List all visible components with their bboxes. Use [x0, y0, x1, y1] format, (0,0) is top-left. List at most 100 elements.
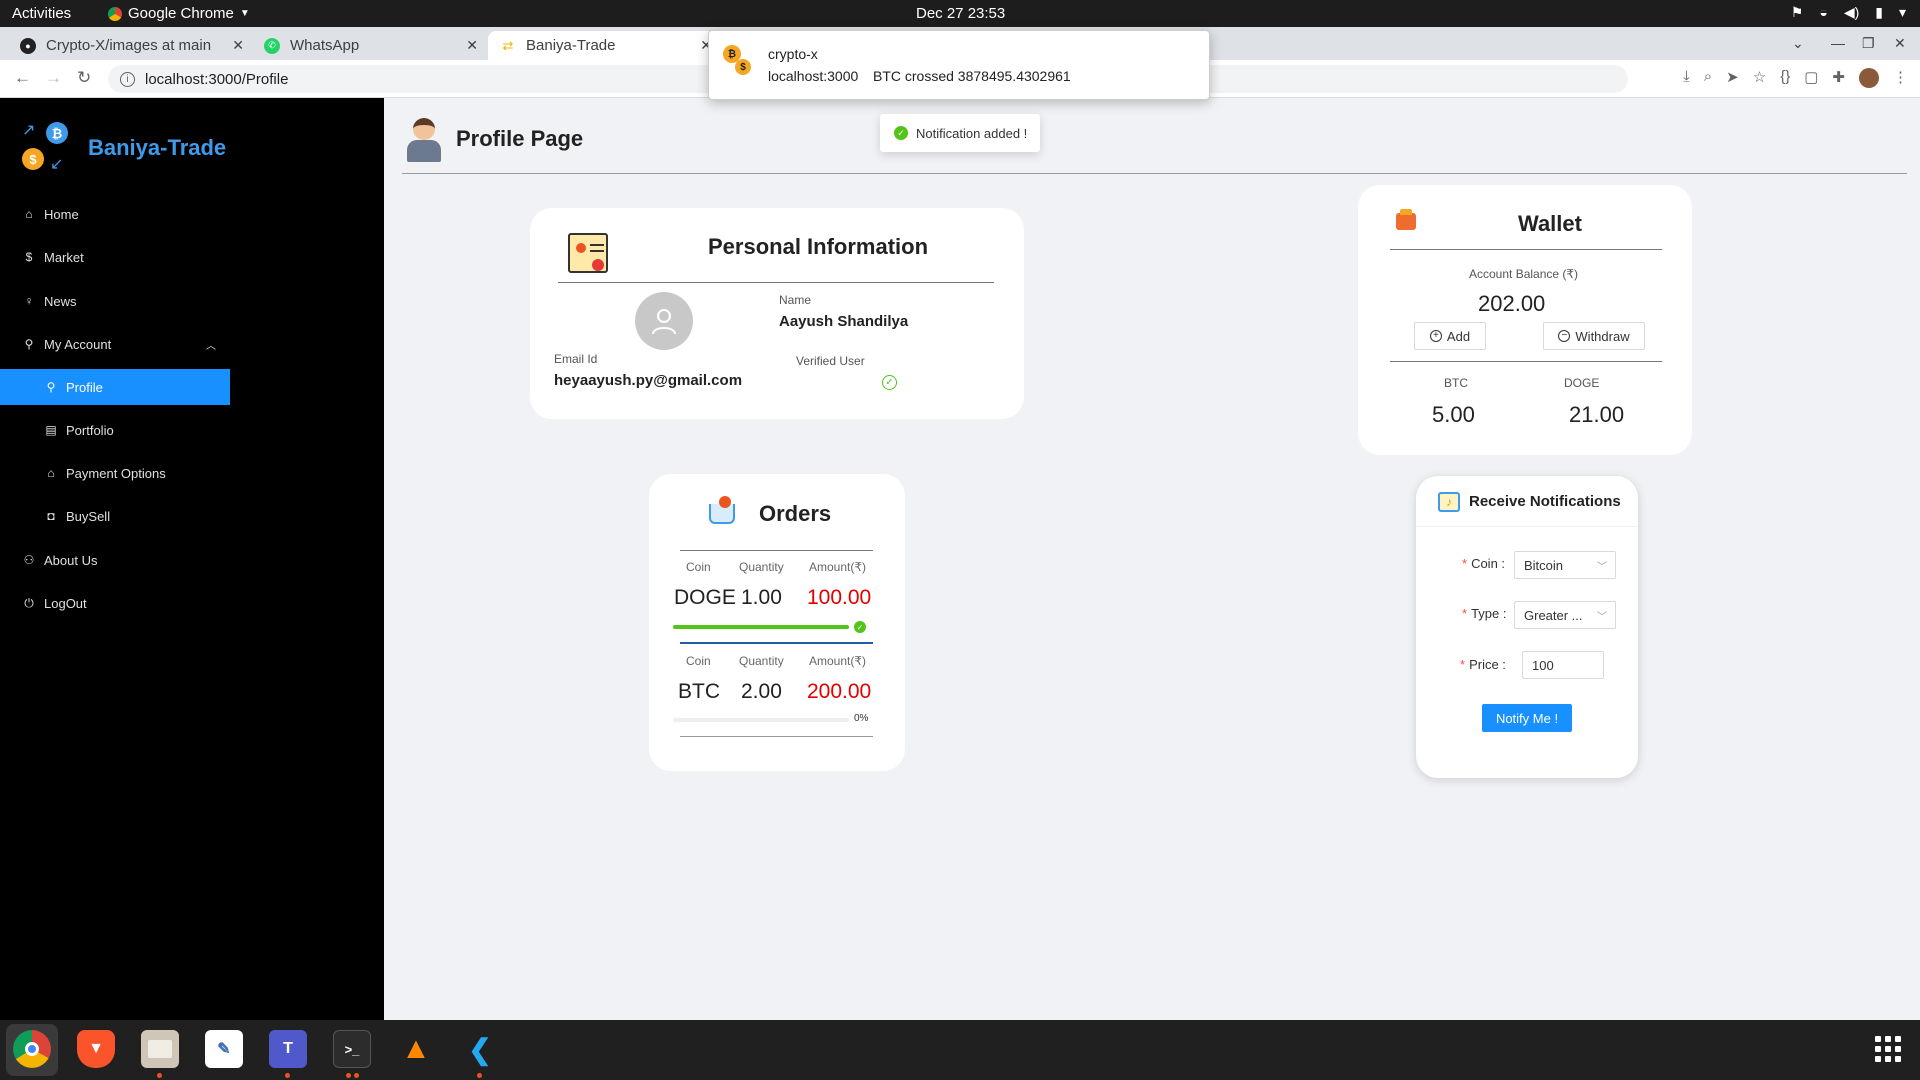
doge-holding-label: DOGE — [1564, 376, 1600, 390]
name-label: Name — [779, 293, 812, 307]
volume-icon: ◀) — [1843, 4, 1860, 20]
order-amount: 100.00 — [807, 586, 872, 609]
sidebar-item-news[interactable]: ♀ News — [0, 283, 230, 319]
sidebar-item-about-us[interactable]: ⚇ About Us — [0, 542, 230, 578]
personal-info-card: Personal Information Name Aayush Shandil… — [530, 208, 1024, 419]
maximize-icon[interactable]: ❐ — [1862, 35, 1875, 52]
window-close-icon[interactable]: ✕ — [1894, 35, 1906, 52]
tab-baniya-trade[interactable]: ⇄ Baniya-Trade ✕ — [488, 31, 720, 60]
team-icon: ⚇ — [23, 553, 35, 567]
forward-icon[interactable]: → — [45, 68, 62, 88]
sidebar-item-logout[interactable]: ⏻ LogOut — [0, 585, 230, 621]
tab-github[interactable]: ● Crypto-X/images at main ✕ — [8, 31, 252, 60]
files-icon[interactable] — [141, 1030, 179, 1068]
crypto-x-logo-icon-secondary: $ — [735, 59, 751, 75]
text-editor-icon[interactable]: ✎ — [205, 1030, 243, 1068]
tab-search-icon[interactable]: ⌄ — [1792, 35, 1804, 52]
divider — [558, 282, 994, 283]
user-icon: ⚲ — [24, 337, 34, 351]
url-text[interactable]: localhost:3000/Profile — [145, 71, 288, 88]
arrow-icon: ↙ — [50, 156, 64, 173]
receive-notifications-card: ♪ Receive Notifications * Coin : Bitcoin … — [1416, 476, 1638, 778]
chevron-down-icon: ﹀ — [1597, 612, 1607, 623]
extension-square-icon[interactable]: ▢ — [1804, 68, 1818, 88]
shopping-icon: ◘ — [47, 509, 55, 523]
order-coin: BTC — [678, 680, 720, 703]
toast-text: Notification added ! — [916, 125, 1028, 141]
order-coin: DOGE — [674, 586, 736, 609]
app-menu-label: Google Chrome — [128, 5, 234, 22]
app-menu[interactable]: Google Chrome ▼ — [108, 5, 250, 22]
doge-holding-value: 21.00 — [1569, 402, 1625, 427]
column-header-quantity: Quantity — [739, 654, 784, 668]
sidebar-item-my-account[interactable]: ⚲ My Account ︿ — [0, 326, 230, 362]
toast-message: ✓ Notification added ! — [880, 114, 1040, 152]
user-icon: ⚲ — [46, 380, 56, 394]
sidebar-item-buysell[interactable]: ◘ BuySell — [0, 498, 230, 534]
price-input[interactable] — [1522, 651, 1604, 679]
email-value: heyaayush.py@gmail.com — [554, 372, 743, 389]
desktop-notification[interactable]: ₿ $ crypto-x localhost:3000 BTC crossed … — [708, 30, 1210, 100]
activities-button[interactable]: Activities — [12, 5, 71, 22]
vlc-icon[interactable]: ▲ — [397, 1030, 435, 1068]
brand[interactable]: ↗ ₿ $ ↙ Baniya-Trade — [18, 120, 226, 176]
type-select[interactable]: Greater ... ﹀ — [1514, 601, 1616, 629]
json-extension-icon[interactable]: {} — [1780, 68, 1790, 88]
sidebar-item-profile[interactable]: ⚲ Profile — [0, 369, 230, 405]
coin-select[interactable]: Bitcoin ﹀ — [1514, 551, 1616, 579]
whatsapp-icon: ✆ — [264, 37, 280, 54]
minimize-icon[interactable]: — — [1831, 35, 1845, 51]
sidebar-item-market[interactable]: $ Market — [0, 239, 230, 275]
success-check-icon: ✓ — [894, 126, 908, 140]
back-icon[interactable]: ← — [14, 68, 31, 88]
clock[interactable]: Dec 27 23:53 — [916, 5, 1005, 22]
send-icon[interactable]: ➤ — [1726, 68, 1739, 88]
brave-browser-icon[interactable]: ▼ — [77, 1030, 115, 1068]
divider — [680, 736, 873, 737]
teams-icon[interactable]: T — [269, 1030, 307, 1068]
install-icon[interactable]: ⤓ — [1683, 68, 1690, 88]
withdraw-button[interactable]: − Withdraw — [1543, 322, 1645, 350]
wallet-icon — [1396, 213, 1416, 230]
column-header-coin: Coin — [686, 560, 711, 574]
system-tray[interactable]: ⚑ ◒ ◀) ▮ ▾ — [1791, 4, 1906, 21]
tab-whatsapp[interactable]: ✆ WhatsApp ✕ — [252, 31, 486, 60]
orders-card: Orders Coin Quantity Amount(₹) DOGE 1.00… — [649, 474, 905, 771]
page-divider — [402, 173, 1907, 174]
price-field-label: * Price : — [1460, 657, 1506, 672]
sidebar-item-payment-options[interactable]: ⌂ Payment Options — [0, 455, 230, 491]
brand-name: Baniya-Trade — [88, 135, 227, 160]
notification-bell-icon: ♪ — [1438, 492, 1460, 512]
reload-icon[interactable]: ↻ — [77, 68, 91, 88]
divider — [1390, 361, 1662, 362]
divider — [680, 642, 873, 644]
order-progress-label: 0% — [854, 713, 869, 724]
verified-check-icon: ✓ — [882, 375, 897, 390]
coin-select-value: Bitcoin — [1524, 557, 1564, 573]
chrome-menu-icon[interactable]: ⋮ — [1893, 68, 1908, 88]
column-header-amount: Amount(₹) — [809, 654, 866, 668]
vscode-icon[interactable]: ❮ — [461, 1030, 499, 1068]
terminal-icon[interactable]: >_ — [333, 1030, 371, 1068]
toolbar-actions: ⤓ ⌕ ➤ ☆ {} ▢ ✚ ⋮ — [1683, 68, 1908, 88]
profile-person-icon — [404, 116, 442, 162]
arrow-icon: ↗ — [22, 122, 36, 139]
zoom-icon[interactable]: ⌕ — [1704, 68, 1712, 88]
baniya-trade-icon: ⇄ — [502, 37, 514, 53]
extensions-puzzle-icon[interactable]: ✚ — [1832, 68, 1845, 88]
add-funds-button[interactable]: + Add — [1414, 322, 1486, 350]
close-icon[interactable]: ✕ — [466, 37, 478, 54]
running-indicator — [354, 1073, 359, 1078]
bookmark-star-icon[interactable]: ☆ — [1753, 68, 1766, 88]
show-apps-grid-icon[interactable] — [1875, 1036, 1901, 1062]
sidebar-item-portfolio[interactable]: ▤ Portfolio — [0, 412, 230, 448]
chrome-icon[interactable] — [13, 1030, 51, 1068]
info-icon[interactable]: i — [120, 71, 135, 87]
profile-avatar[interactable] — [1859, 68, 1879, 88]
notify-me-button[interactable]: Notify Me ! — [1482, 704, 1572, 732]
sidebar-item-label: Profile — [66, 379, 103, 395]
close-icon[interactable]: ✕ — [232, 37, 244, 54]
sidebar-item-home[interactable]: ⌂ Home — [0, 196, 230, 232]
dollar-icon: $ — [25, 250, 33, 264]
orders-title: Orders — [759, 501, 832, 526]
